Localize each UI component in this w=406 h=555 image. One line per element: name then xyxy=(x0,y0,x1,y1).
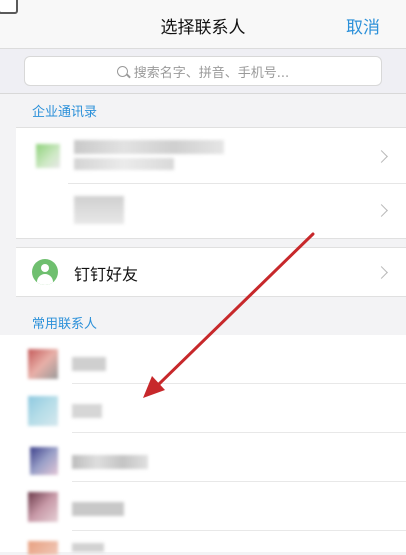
red-arrow-annotation xyxy=(143,232,315,398)
